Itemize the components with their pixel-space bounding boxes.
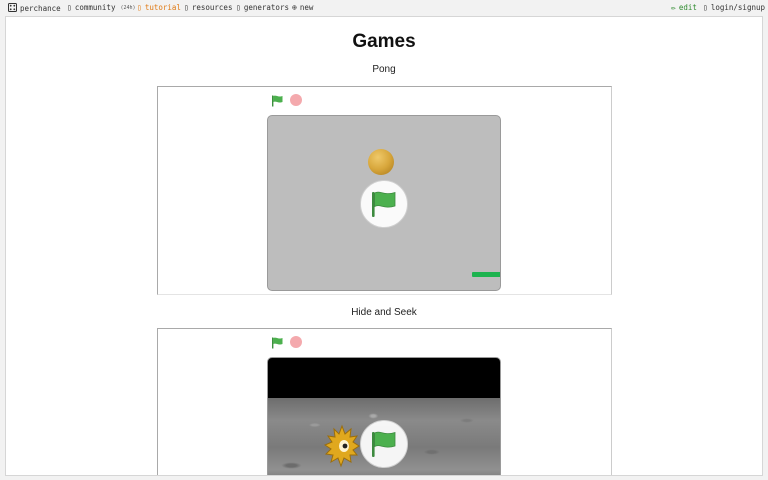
user-icon: ▯ [703,2,708,12]
resources-link[interactable]: ▯ resources [184,3,232,12]
resources-label: resources [191,3,233,12]
stop-button[interactable] [290,336,302,348]
list-icon: ▯ [236,2,241,12]
generators-label: generators [243,3,289,12]
plus-circle-icon: ⊕ [292,2,297,12]
flag-icon [372,431,396,457]
community-link[interactable]: ▯ community (24h) [67,3,136,12]
flag-icon [272,337,283,349]
hide-and-seek-stage[interactable] [267,357,501,475]
new-label: new [299,3,314,12]
new-button[interactable]: ⊕ new [292,3,313,12]
flag-icon [372,191,396,217]
login-label: login/signup [710,3,766,12]
gobo-sprite [323,424,360,473]
login-signup-link[interactable]: ▯ login/signup [703,3,765,12]
game-embed-hide-and-seek [157,328,612,475]
generator-output-panel: Games Pong Hide and Seek [5,16,763,476]
pong-paddle [472,272,500,277]
stop-button[interactable] [290,94,302,106]
start-flag-overlay[interactable] [360,180,408,228]
game-title-pong: Pong [372,64,396,75]
tutorial-link[interactable]: ▯ tutorial [137,3,181,12]
generators-link[interactable]: ▯ generators [236,3,289,12]
edit-label: edit [678,3,697,12]
dice-icon [8,3,17,14]
pong-stage[interactable] [267,115,501,291]
box-icon: ▯ [184,2,189,12]
tutorial-label: tutorial [144,3,181,12]
brand-label: perchance [20,4,61,13]
edit-button[interactable]: ✏ edit [671,3,697,12]
community-badge: (24h) [120,4,136,11]
chat-icon: ▯ [67,2,72,12]
page-title: Games [352,31,416,52]
brand-link[interactable]: perchance [8,3,61,14]
community-label: community [74,3,116,12]
flag-icon [272,95,283,107]
pong-ball [368,149,394,175]
start-flag-overlay[interactable] [360,420,408,468]
green-flag-button[interactable] [271,94,283,107]
pencil-icon: ✏ [671,2,676,12]
green-flag-button[interactable] [271,336,283,349]
book-icon: ▯ [137,2,142,12]
game-embed-pong [157,86,612,295]
game-title-hide-and-seek: Hide and Seek [351,307,417,318]
top-nav-bar: perchance ▯ community (24h) ▯ tutorial ▯… [0,0,768,16]
